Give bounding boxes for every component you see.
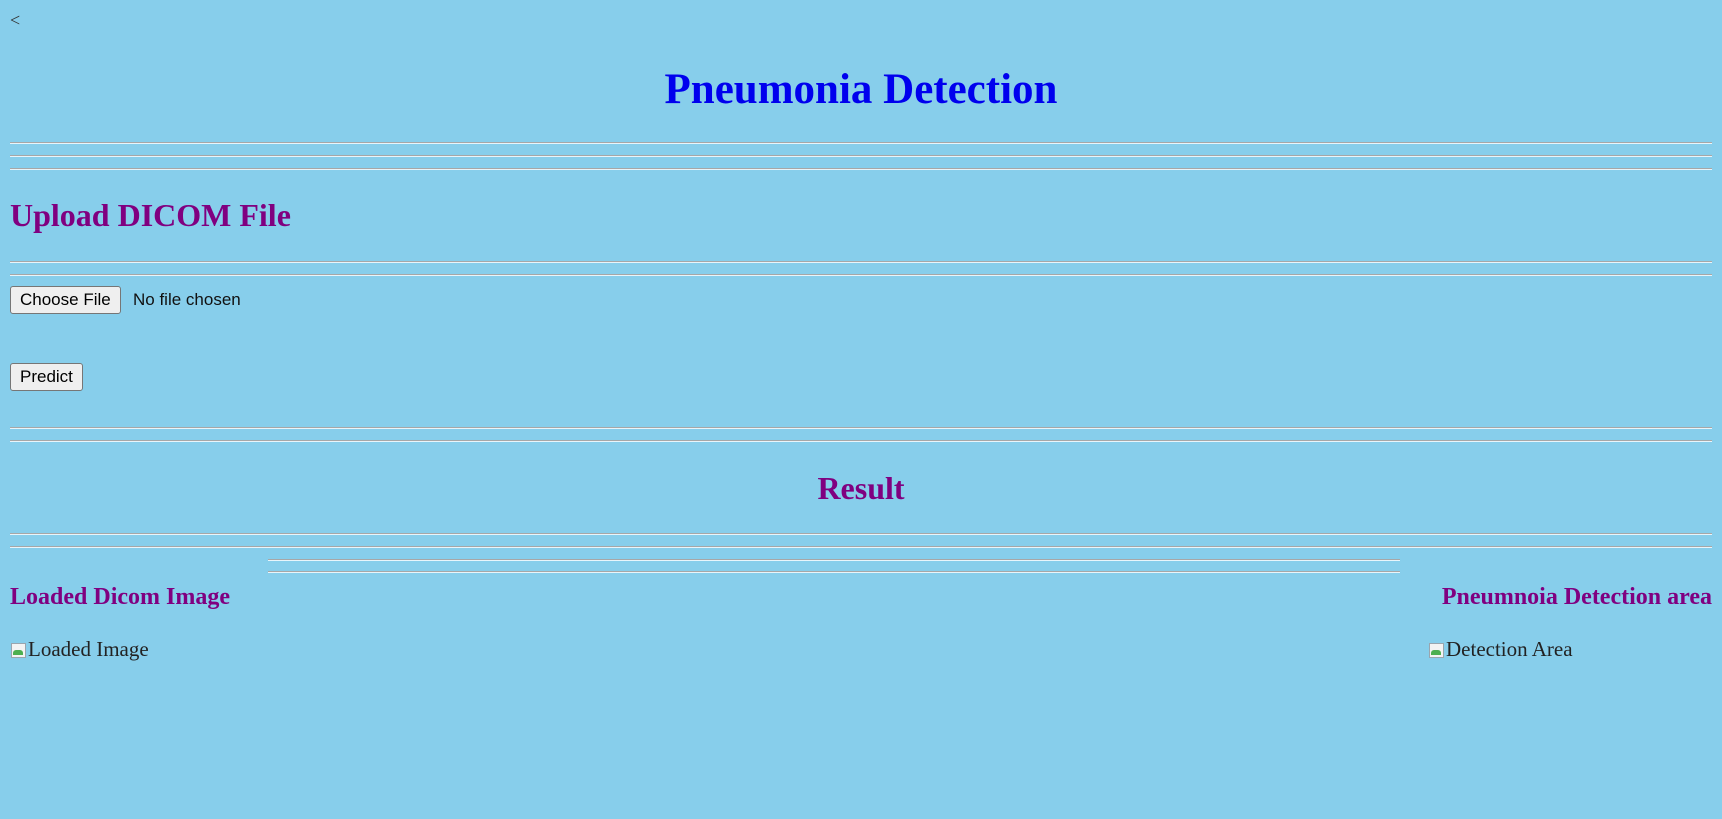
back-link[interactable]: < — [10, 10, 20, 31]
divider — [10, 533, 1712, 535]
detection-area-image: Detection Area — [1428, 636, 1573, 662]
divider — [10, 261, 1712, 263]
divider — [268, 559, 1400, 561]
divider — [10, 427, 1712, 429]
detection-area-heading: Pneumnoia Detection area — [1441, 584, 1712, 610]
divider — [10, 274, 1712, 276]
loaded-image: Loaded Image — [10, 636, 149, 662]
divider — [10, 546, 1712, 548]
file-status-text: No file chosen — [133, 290, 241, 309]
divider — [10, 155, 1712, 157]
upload-heading: Upload DICOM File — [10, 197, 291, 233]
divider — [10, 168, 1712, 170]
divider — [10, 142, 1712, 144]
divider — [268, 571, 1400, 573]
loaded-image-heading: Loaded Dicom Image — [10, 584, 230, 610]
result-heading: Result — [817, 470, 905, 506]
loaded-image-alt: Loaded Image — [28, 637, 149, 661]
broken-image-icon — [10, 642, 26, 658]
choose-file-button[interactable]: Choose File — [10, 286, 121, 314]
broken-image-icon — [1428, 642, 1444, 658]
divider — [10, 440, 1712, 442]
detection-area-alt: Detection Area — [1446, 637, 1573, 661]
page: < Pneumonia Detection Upload DICOM File … — [0, 0, 1722, 819]
page-title: Pneumonia Detection — [664, 66, 1058, 113]
predict-button[interactable]: Predict — [10, 363, 83, 391]
